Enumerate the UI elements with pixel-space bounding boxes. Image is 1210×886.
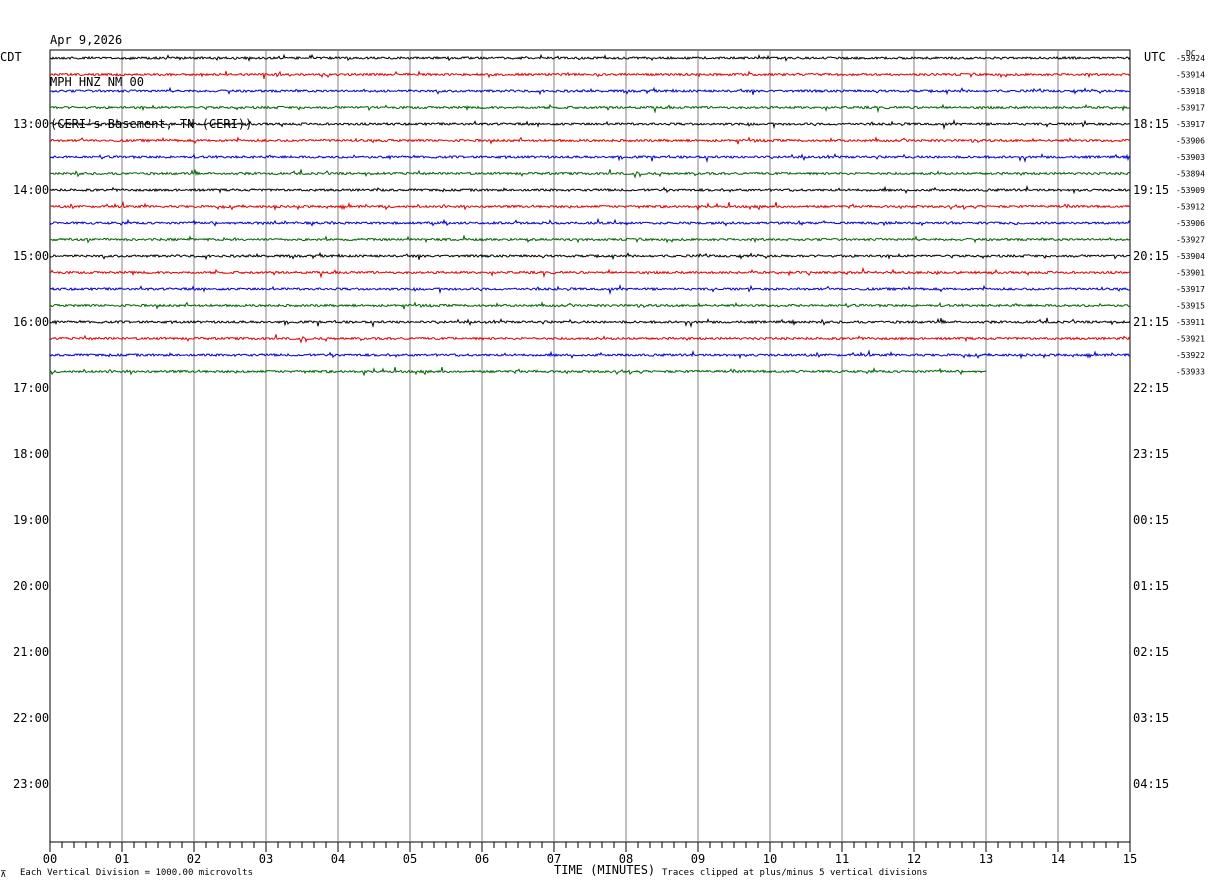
x-tick-label: 01 xyxy=(115,852,129,866)
x-tick-label: 00 xyxy=(43,852,57,866)
right-hour-label: 19:15 xyxy=(1133,183,1169,197)
x-tick-label: 09 xyxy=(691,852,705,866)
x-tick-label: 04 xyxy=(331,852,345,866)
left-hour-label: 23:00 xyxy=(13,777,49,791)
right-hour-label: 03:15 xyxy=(1133,711,1169,725)
left-hour-label: 22:00 xyxy=(13,711,49,725)
left-hour-label: 21:00 xyxy=(13,645,49,659)
scale-icon: ⊼ xyxy=(0,870,7,880)
dc-offset-label: -53915 xyxy=(1176,302,1205,311)
left-hour-label: 20:00 xyxy=(13,579,49,593)
seismic-trace xyxy=(49,366,987,377)
right-hour-label: 21:15 xyxy=(1133,315,1169,329)
seismic-trace xyxy=(49,118,1131,131)
left-hour-label: 13:00 xyxy=(13,117,49,131)
seismic-trace xyxy=(49,317,1131,329)
dc-offset-label: -53927 xyxy=(1176,236,1205,245)
right-hour-label: 22:15 xyxy=(1133,381,1169,395)
seismic-trace xyxy=(49,70,1131,79)
x-tick-label: 10 xyxy=(763,852,777,866)
left-hour-label: 17:00 xyxy=(13,381,49,395)
dc-offset-label: -53909 xyxy=(1176,186,1205,195)
seismic-trace xyxy=(50,301,1131,310)
dc-offset-label: -53922 xyxy=(1176,351,1205,360)
left-hour-label: 15:00 xyxy=(13,249,49,263)
seismic-trace xyxy=(49,334,1131,344)
seismic-trace xyxy=(49,349,1131,360)
dc-offset-label: -53914 xyxy=(1176,71,1205,80)
clip-note: Traces clipped at plus/minus 5 vertical … xyxy=(662,868,928,878)
scale-note: Each Vertical Division = 1000.00 microvo… xyxy=(20,868,253,878)
left-hour-label: 18:00 xyxy=(13,447,49,461)
right-hour-label: 23:15 xyxy=(1133,447,1169,461)
x-tick-label: 15 xyxy=(1123,852,1137,866)
seismic-trace xyxy=(49,251,1131,261)
dc-offset-label: -53911 xyxy=(1176,318,1205,327)
right-hour-label: 01:15 xyxy=(1133,579,1169,593)
right-hour-label: 02:15 xyxy=(1133,645,1169,659)
left-hour-label: 19:00 xyxy=(13,513,49,527)
dc-offset-label: -53924 xyxy=(1176,54,1205,63)
seismic-trace xyxy=(49,266,1131,279)
dc-offset-label: -53894 xyxy=(1176,170,1205,179)
dc-offset-label: -53901 xyxy=(1176,269,1205,278)
x-axis-title: TIME (MINUTES) xyxy=(554,863,656,877)
dc-offset-label: -53918 xyxy=(1176,87,1205,96)
dc-offset-label: -53906 xyxy=(1176,137,1205,146)
dc-offset-label: -53917 xyxy=(1176,104,1205,113)
dc-offset-label: -53921 xyxy=(1176,335,1205,344)
dc-offset-label: -53917 xyxy=(1176,285,1205,294)
x-tick-label: 13 xyxy=(979,852,993,866)
right-hour-label: 18:15 xyxy=(1133,117,1169,131)
x-tick-label: 05 xyxy=(403,852,417,866)
seismic-trace xyxy=(49,53,1131,62)
dc-offset-label: -53917 xyxy=(1176,120,1205,129)
x-tick-label: 14 xyxy=(1051,852,1065,866)
right-hour-label: 20:15 xyxy=(1133,249,1169,263)
seismic-trace xyxy=(49,103,1131,114)
seismic-trace xyxy=(49,136,1131,145)
seismic-trace xyxy=(49,184,1131,195)
x-tick-label: 02 xyxy=(187,852,201,866)
left-hour-label: 14:00 xyxy=(13,183,49,197)
x-tick-label: 06 xyxy=(475,852,489,866)
seismic-trace xyxy=(49,152,1131,164)
seismic-trace xyxy=(49,169,1131,179)
x-tick-label: 11 xyxy=(835,852,849,866)
seismic-trace xyxy=(49,217,1131,227)
x-tick-label: 03 xyxy=(259,852,273,866)
left-hour-label: 16:00 xyxy=(13,315,49,329)
right-hour-label: 04:15 xyxy=(1133,777,1169,791)
seismic-trace xyxy=(49,200,1131,212)
helicorder-chart: 00 01 02 03 04 05 06 07 08 09 10 11 12 13 14 1513:0014:… xyxy=(13,49,1205,866)
seismic-trace xyxy=(49,284,1131,296)
seismic-trace xyxy=(49,86,1131,96)
right-hour-label: 00:15 xyxy=(1133,513,1169,527)
x-tick-label: 12 xyxy=(907,852,921,866)
plot-frame xyxy=(49,49,1131,843)
dc-offset-label: -53933 xyxy=(1176,368,1205,377)
dc-offset-label: -53903 xyxy=(1176,153,1205,162)
dc-offset-label: -53904 xyxy=(1176,252,1205,261)
dc-offset-label: -53912 xyxy=(1176,203,1205,212)
dc-offset-label: -53906 xyxy=(1176,219,1205,228)
seismic-trace xyxy=(49,234,1131,244)
